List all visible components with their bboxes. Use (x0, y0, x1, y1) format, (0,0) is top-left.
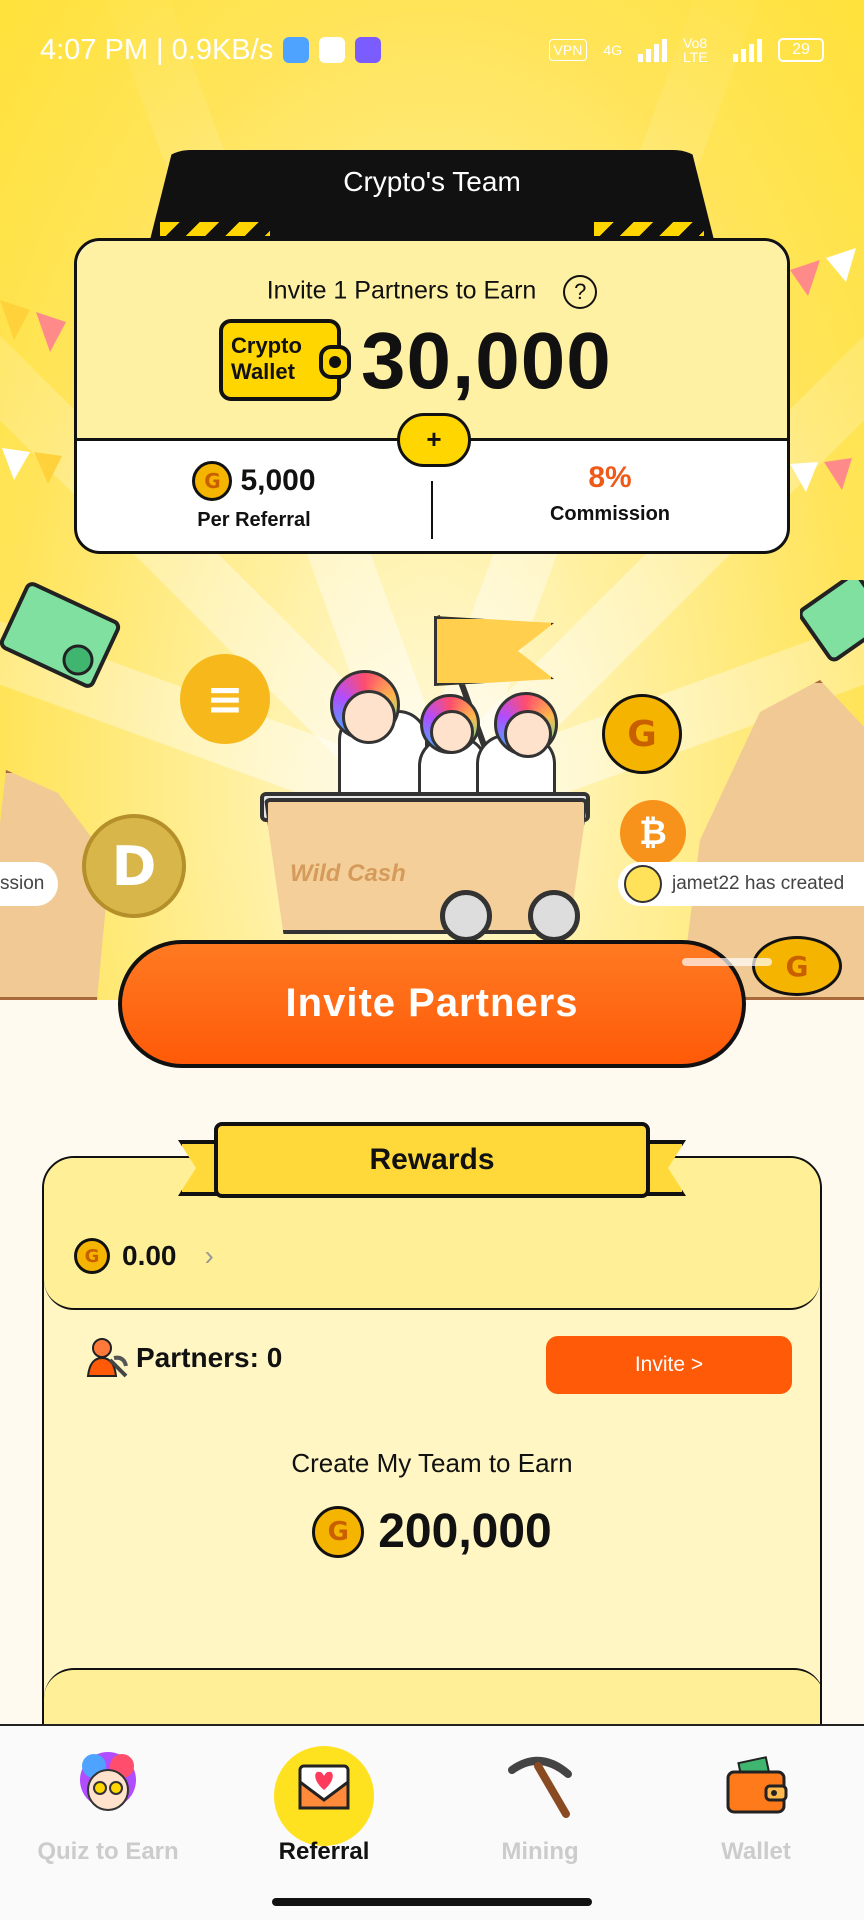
partners-row: Partners: 0 (84, 1336, 282, 1380)
invite-button[interactable]: Invite > (546, 1336, 792, 1394)
shopping-app-icon (355, 37, 382, 63)
coin-icon: G (312, 1505, 365, 1558)
invite-title-row: Invite 1 Partners to Earn ? (77, 275, 787, 309)
gold-coin-icon-bottom: G (752, 936, 842, 996)
nav-label: Quiz to Earn (37, 1838, 179, 1865)
ticker-left-text: ssion (0, 873, 45, 894)
button-shine (682, 958, 772, 966)
nav-quiz-to-earn[interactable]: Quiz to Earn (0, 1726, 216, 1920)
rewards-ribbon: Rewards (214, 1122, 650, 1198)
invite-title: Invite 1 Partners to Earn (266, 276, 537, 305)
camera-app-icon (319, 37, 346, 63)
bitcoin-icon: ₿ (620, 800, 686, 866)
status-bar: 4:07 PM | 0.9KB/s VPN 4G Vo8 LTE 29 (0, 0, 864, 100)
cart-wheel-right (528, 890, 580, 942)
rewards-balance-row[interactable]: G 0.00 › (74, 1238, 214, 1274)
invite-partners-button[interactable]: Invite Partners (118, 940, 772, 1068)
rewards-title: Rewards (369, 1143, 495, 1176)
cart-label: Wild Cash (290, 860, 406, 887)
gold-coin-icon: G (602, 694, 682, 774)
commission-value: 8% (588, 461, 632, 494)
money-bill-icon (0, 582, 121, 688)
hazard-stripe-right (594, 222, 704, 236)
battery-indicator: 29 (778, 38, 824, 62)
team-title: Crypto's Team (343, 166, 521, 197)
miner-face-3 (504, 710, 552, 758)
hazard-stripe-left (160, 222, 270, 236)
nav-referral[interactable]: Referral (216, 1726, 432, 1920)
team-earn-row: G 200,000 (44, 1504, 820, 1559)
crypto-wallet-badge: Crypto Wallet (219, 319, 351, 401)
flag-icon (434, 616, 554, 686)
invite-card-top: Invite 1 Partners to Earn ? Crypto Walle… (77, 241, 787, 441)
binance-coin-icon: ≡ (180, 654, 270, 744)
mining-cart-illustration: ≡ D G ₿ G Wild Cash (0, 560, 864, 1000)
coin-icon: G (74, 1238, 110, 1274)
quiz-avatar-icon (80, 1752, 136, 1811)
ticker-right-text: jamet22 has created (672, 873, 845, 894)
per-referral-label: Per Referral (197, 509, 311, 531)
team-earn-label: Create My Team to Earn (291, 1448, 573, 1478)
bunting-left-2 (2, 448, 62, 484)
commission-stat: 8% Commission (433, 461, 787, 551)
bunting-right-2 (790, 458, 852, 492)
dogecoin-icon: D (82, 814, 186, 918)
pickaxe-icon (508, 1756, 572, 1818)
partners-count: Partners: 0 (136, 1342, 283, 1373)
plus-button[interactable]: + (397, 413, 471, 467)
vpn-badge: VPN (548, 39, 588, 61)
nav-label: Referral (278, 1838, 370, 1865)
bottom-navigation: Quiz to Earn Referral Mining Wallet (0, 1724, 864, 1920)
per-referral-stat: G 5,000 Per Referral (77, 461, 431, 551)
invite-reward-amount: 30,000 (361, 316, 612, 405)
signal-icon-1 (638, 38, 667, 62)
commission-label: Commission (549, 503, 671, 525)
per-referral-value: 5,000 (240, 464, 316, 497)
home-indicator[interactable] (272, 1898, 592, 1906)
rewards-card: G 0.00 › Partners: 0 Invite > Create My … (42, 1156, 822, 1756)
team-earn-amount: 200,000 (378, 1505, 552, 1558)
nav-mining[interactable]: Mining (432, 1726, 648, 1920)
nav-wallet[interactable]: Wallet (648, 1726, 864, 1920)
help-icon[interactable]: ? (563, 275, 598, 309)
miner-face-2 (430, 710, 474, 754)
chevron-right-icon: › (204, 1240, 214, 1271)
network-label-2: Vo8 LTE (683, 35, 708, 65)
ticker-right: jamet22 has created (618, 862, 864, 906)
wallet-icon (726, 1756, 788, 1814)
partners-icon (86, 1338, 128, 1378)
heart-envelope-icon (298, 1764, 350, 1810)
rewards-balance-value: 0.00 (122, 1240, 177, 1271)
nav-label: Mining (501, 1838, 579, 1865)
invite-partners-label: Invite Partners (285, 981, 579, 1025)
cart-wheel-left (440, 890, 492, 942)
user-avatar-icon (624, 865, 662, 903)
ticker-left: ssion (0, 862, 58, 906)
status-time: 4:07 PM | 0.9KB/s (40, 33, 274, 66)
miner-face-1 (342, 690, 396, 744)
bunting-left (0, 300, 66, 352)
bunting-right (790, 248, 856, 296)
shield-app-icon (283, 37, 310, 63)
signal-icon-2 (733, 38, 762, 62)
coin-icon: G (192, 461, 233, 501)
wallet-clasp-icon (319, 345, 351, 379)
nav-label: Wallet (721, 1838, 791, 1865)
money-bill-icon-right (800, 580, 864, 662)
invite-reward-card: Invite 1 Partners to Earn ? Crypto Walle… (74, 238, 790, 554)
network-label-1: 4G (603, 42, 622, 58)
